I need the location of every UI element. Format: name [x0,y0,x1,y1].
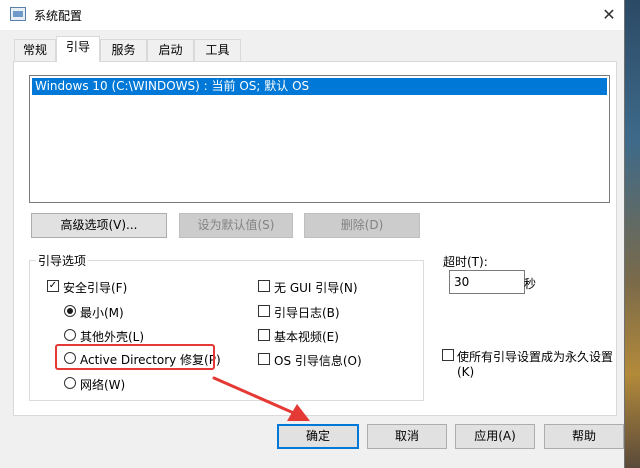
annotation-arrow-icon [212,376,310,421]
system-config-dialog: 系统配置 ✕ 常规 引导 服务 启动 工具 Windows 10 (C:\WIN… [0,0,625,468]
